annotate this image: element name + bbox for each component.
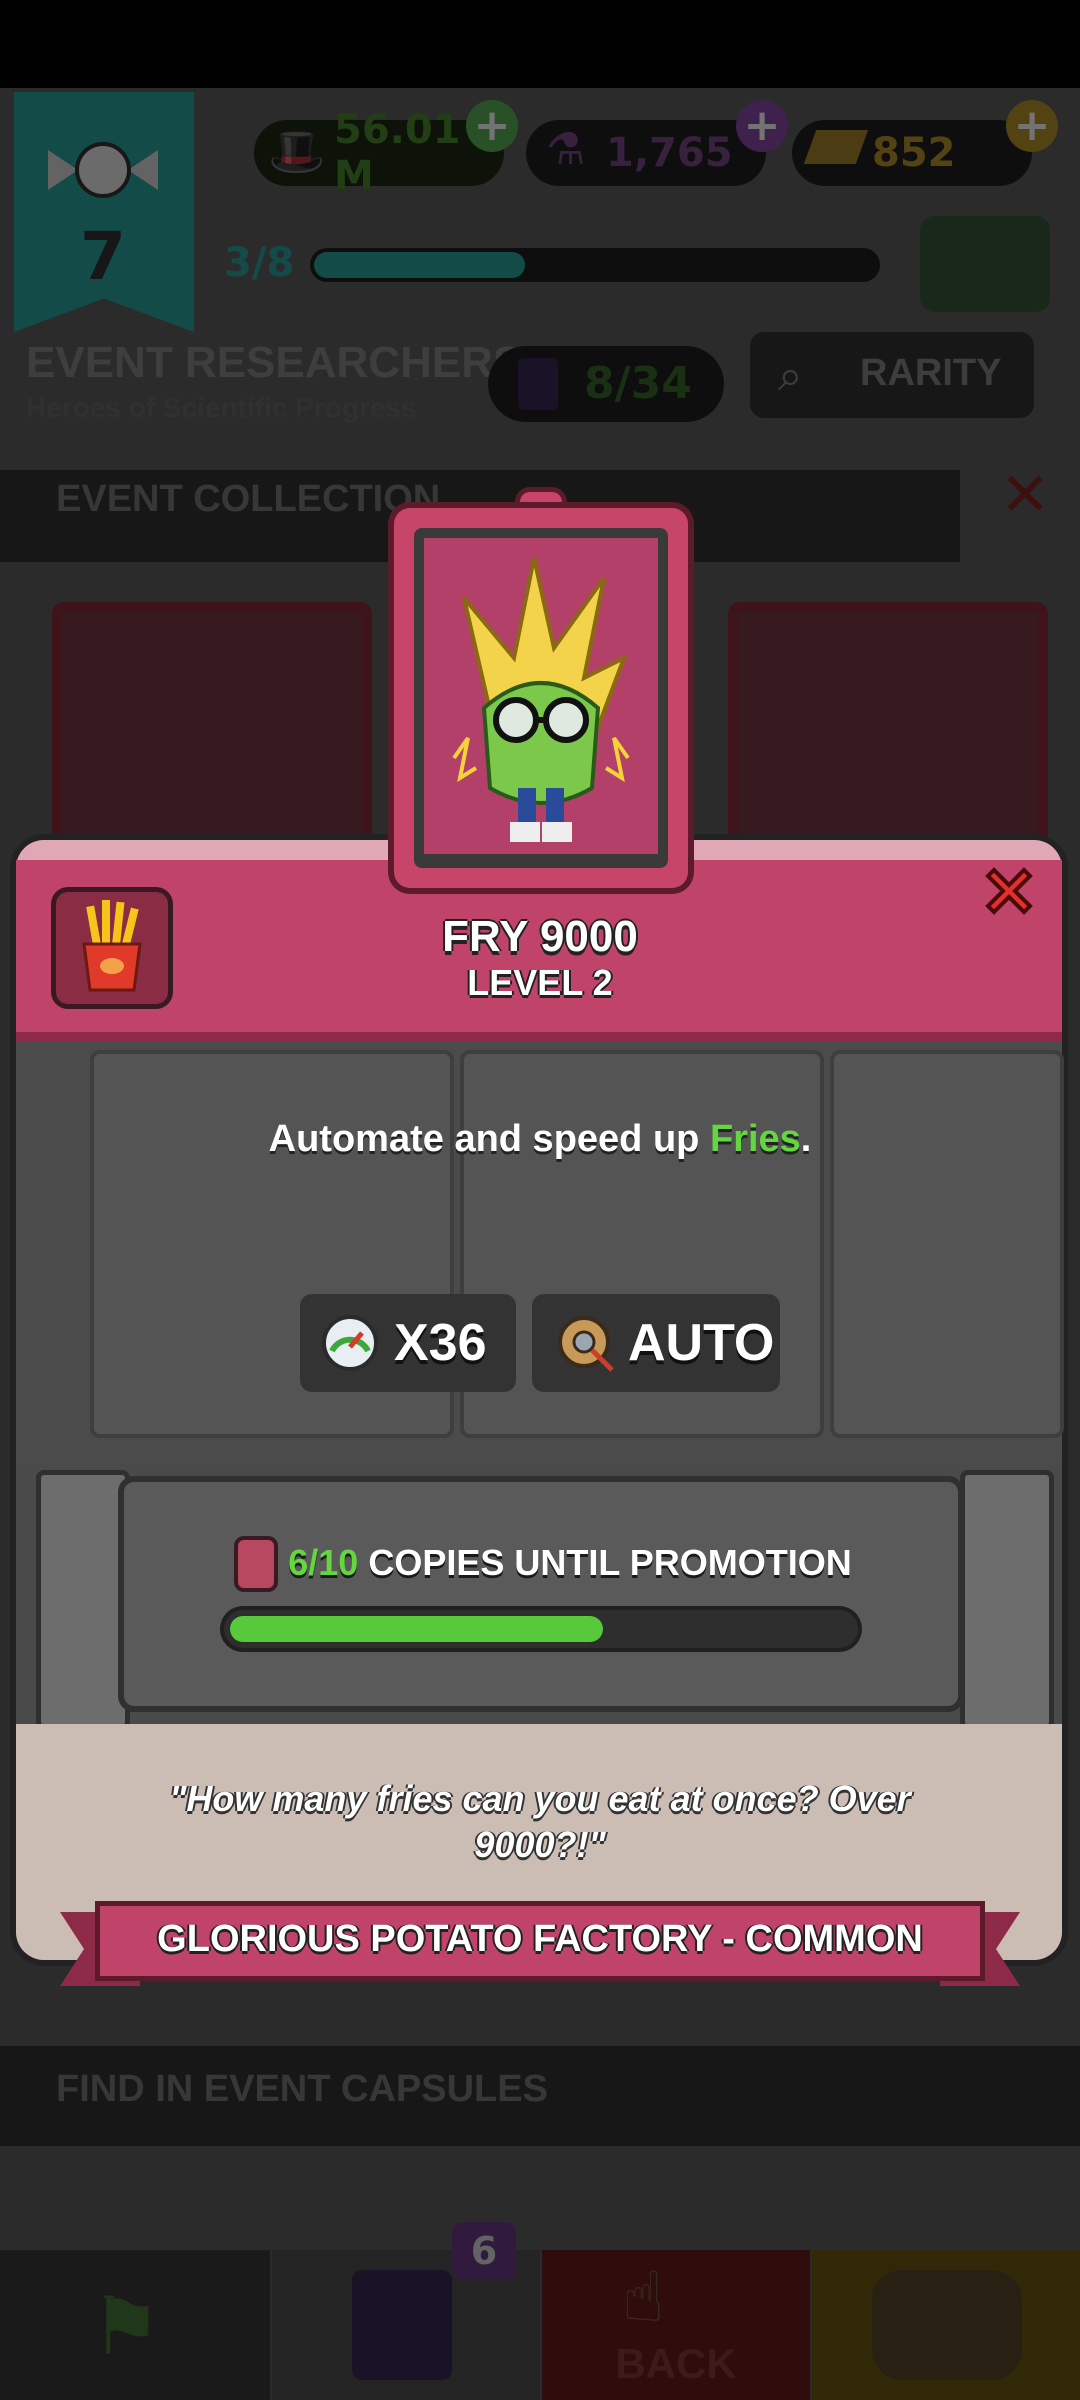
panel-header-edge bbox=[16, 1032, 1062, 1042]
promotion-text: 6/10 COPIES UNTIL PROMOTION bbox=[0, 1542, 1080, 1584]
flag-icon: ⚑ bbox=[90, 2280, 162, 2373]
hero-portrait-image bbox=[424, 538, 658, 854]
laurel-gold-icon[interactable] bbox=[920, 216, 1050, 312]
cards-badge: 6 bbox=[452, 2222, 516, 2280]
gear-icon bbox=[558, 1316, 614, 1372]
add-potions-button[interactable]: + bbox=[736, 100, 788, 152]
back-button[interactable]: ☝ BACK bbox=[542, 2250, 810, 2400]
collected-counter: 8/34 bbox=[488, 346, 724, 422]
card-name: FRY 9000 bbox=[442, 912, 638, 961]
back-label: BACK bbox=[615, 2340, 737, 2387]
automation-label: AUTO bbox=[628, 1314, 775, 1372]
candy-icon bbox=[48, 142, 158, 198]
collected-value: 8/34 bbox=[584, 358, 692, 409]
potion-value: 1,765 bbox=[606, 130, 733, 176]
xp-text: 3/8 bbox=[224, 240, 295, 286]
rail-right bbox=[960, 1470, 1054, 1730]
description-suffix: . bbox=[800, 1118, 812, 1160]
potion-icon: ⚗ bbox=[546, 124, 586, 175]
gold-value: 852 bbox=[872, 130, 956, 176]
collection-label: EVENT COLLECTION bbox=[56, 478, 441, 520]
event-title: EVENT RESEARCHERS bbox=[26, 338, 523, 387]
copies-count: 6/10 bbox=[288, 1542, 359, 1583]
add-cash-button[interactable]: + bbox=[466, 100, 518, 152]
rail-left bbox=[36, 1470, 130, 1730]
speed-multiplier: X36 bbox=[394, 1314, 487, 1372]
metal-plate-right bbox=[830, 1050, 1064, 1438]
search-icon: ⌕ bbox=[778, 350, 803, 401]
player-level: 7 bbox=[80, 218, 126, 295]
card-description: Automate and speed up Fries. bbox=[0, 1118, 1080, 1161]
top-hat-icon: 🎩 bbox=[268, 124, 326, 178]
rarity-filter-button[interactable]: ⌕ RARITY bbox=[750, 332, 1034, 418]
automation-stat-chip: AUTO bbox=[532, 1294, 780, 1392]
description-text: Automate and speed up bbox=[268, 1118, 710, 1160]
card-quote: "How many fries can you eat at once? Ove… bbox=[169, 1778, 911, 1865]
treasure-chest-icon bbox=[872, 2270, 1022, 2380]
card-level: LEVEL 2 bbox=[467, 962, 613, 1003]
xp-bar bbox=[310, 248, 880, 282]
promotion-box bbox=[118, 1476, 964, 1712]
tab-event-map[interactable]: ⚑ bbox=[0, 2250, 270, 2400]
speed-stat-chip: X36 bbox=[300, 1294, 516, 1392]
copies-label: COPIES UNTIL PROMOTION bbox=[368, 1542, 852, 1583]
tab-capsules[interactable] bbox=[812, 2250, 1080, 2400]
xp-bar-fill bbox=[314, 252, 525, 278]
card-stack-icon bbox=[518, 358, 558, 410]
add-gold-button[interactable]: + bbox=[1006, 100, 1058, 152]
level-banner[interactable] bbox=[14, 92, 194, 332]
event-subtitle: Heroes of Scientific Progress bbox=[26, 392, 417, 423]
tab-cards[interactable]: 6 bbox=[272, 2222, 540, 2400]
close-collection-icon[interactable]: ✕ bbox=[1000, 460, 1050, 530]
speedometer-icon bbox=[322, 1315, 378, 1371]
pointing-hand-icon: ☝ bbox=[622, 2256, 665, 2338]
cards-icon bbox=[352, 2270, 452, 2380]
status-bar bbox=[0, 0, 1080, 88]
promotion-progress-fill bbox=[230, 1616, 603, 1642]
rarity-filter-label: RARITY bbox=[860, 352, 1002, 394]
source-ribbon-text: GLORIOUS POTATO FACTORY - COMMON bbox=[157, 1918, 923, 1960]
description-highlight: Fries bbox=[709, 1118, 801, 1160]
find-label: FIND IN EVENT CAPSULES bbox=[56, 2068, 548, 2110]
